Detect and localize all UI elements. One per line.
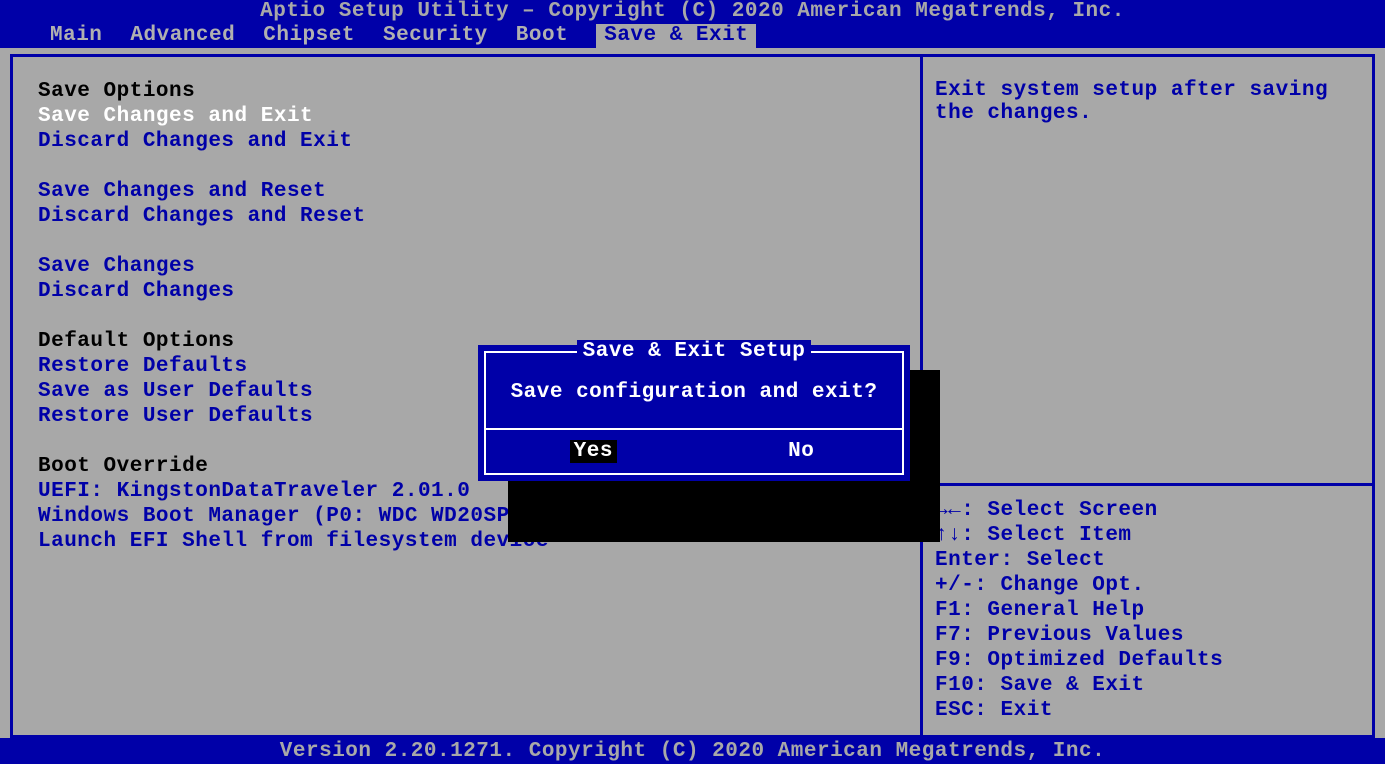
item-discard-changes[interactable]: Discard Changes (38, 279, 895, 304)
item-save-changes-and-reset[interactable]: Save Changes and Reset (38, 179, 895, 204)
help-key-enter: Enter: Select (935, 548, 1360, 573)
tab-save-exit[interactable]: Save & Exit (596, 24, 756, 48)
help-key-save-exit: F10: Save & Exit (935, 673, 1360, 698)
help-keys: →←: Select Screen ↑↓: Select Item Enter:… (923, 483, 1372, 735)
work-area: Save Options Save Changes and Exit Disca… (0, 48, 1385, 738)
help-key-optimized-defaults: F9: Optimized Defaults (935, 648, 1360, 673)
help-key-change-opt: +/-: Change Opt. (935, 573, 1360, 598)
item-save-changes-and-exit[interactable]: Save Changes and Exit (38, 104, 895, 129)
help-key-previous-values: F7: Previous Values (935, 623, 1360, 648)
dialog-yes-button[interactable]: Yes (570, 440, 617, 463)
tab-chipset[interactable]: Chipset (263, 24, 355, 48)
help-key-general-help: F1: General Help (935, 598, 1360, 623)
footer-version: Version 2.20.1271. Copyright (C) 2020 Am… (0, 740, 1385, 764)
dialog-no-button[interactable]: No (784, 440, 818, 463)
help-description: Exit system setup after saving the chang… (923, 57, 1372, 483)
tab-bar: Main Advanced Chipset Security Boot Save… (0, 24, 1385, 48)
confirm-dialog: Save & Exit Setup Save configuration and… (478, 345, 910, 481)
right-pane: Exit system setup after saving the chang… (920, 54, 1375, 738)
tab-security[interactable]: Security (383, 24, 488, 48)
tab-advanced[interactable]: Advanced (130, 24, 235, 48)
dialog-title: Save & Exit Setup (577, 340, 812, 363)
help-key-select-screen: →←: Select Screen (935, 498, 1360, 523)
tab-main[interactable]: Main (50, 24, 102, 48)
section-save-options: Save Options (38, 79, 895, 104)
header-title: Aptio Setup Utility – Copyright (C) 2020… (0, 0, 1385, 24)
item-discard-changes-and-reset[interactable]: Discard Changes and Reset (38, 204, 895, 229)
item-save-changes[interactable]: Save Changes (38, 254, 895, 279)
tab-boot[interactable]: Boot (516, 24, 568, 48)
help-key-esc-exit: ESC: Exit (935, 698, 1360, 723)
help-key-select-item: ↑↓: Select Item (935, 523, 1360, 548)
item-discard-changes-and-exit[interactable]: Discard Changes and Exit (38, 129, 895, 154)
dialog-message: Save configuration and exit? (486, 353, 902, 428)
